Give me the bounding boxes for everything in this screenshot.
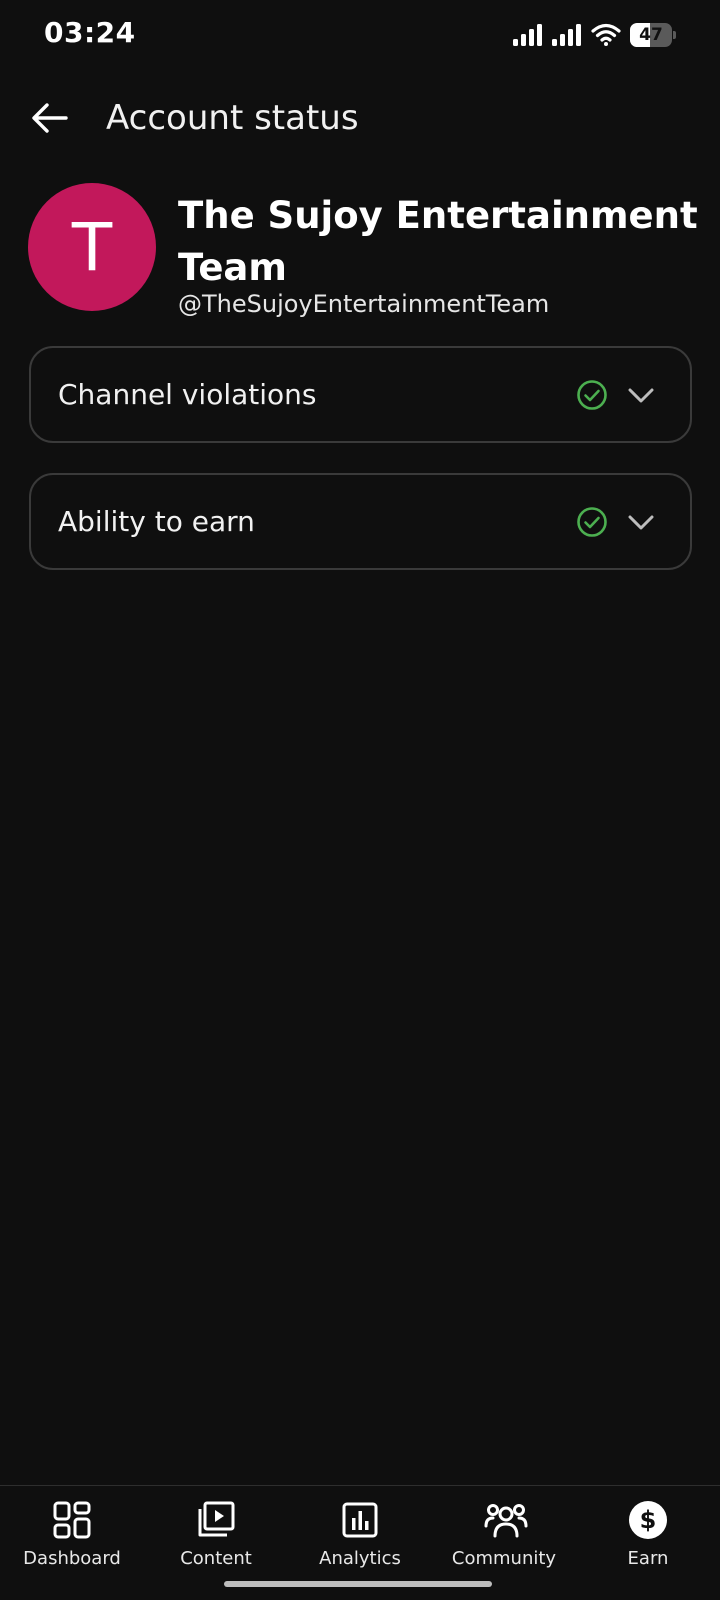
nav-item-analytics[interactable]: Analytics — [288, 1494, 432, 1584]
nav-label: Earn — [627, 1548, 669, 1569]
nav-label: Content — [180, 1548, 252, 1569]
channel-violations-card[interactable]: Channel violations — [29, 346, 692, 443]
status-bar: 03:24 47 — [0, 0, 720, 70]
nav-item-content[interactable]: Content — [144, 1494, 288, 1584]
arrow-left-icon — [31, 102, 69, 138]
channel-handle: @TheSujoyEntertainmentTeam — [178, 290, 550, 318]
channel-name: The Sujoy Entertainment Team — [178, 194, 698, 289]
check-circle-icon — [576, 379, 608, 411]
ability-to-earn-card[interactable]: Ability to earn — [29, 473, 692, 570]
avatar: T — [28, 183, 156, 311]
avatar-letter: T — [71, 208, 113, 286]
battery-level: 47 — [639, 25, 663, 45]
card-label: Channel violations — [58, 378, 317, 411]
wifi-icon — [591, 23, 621, 47]
home-indicator[interactable] — [224, 1581, 492, 1587]
content-icon — [196, 1500, 236, 1540]
nav-label: Dashboard — [23, 1548, 121, 1569]
page-title: Account status — [106, 98, 359, 138]
app-header: Account status — [0, 80, 720, 160]
check-circle-icon — [576, 506, 608, 538]
signal-icon — [552, 24, 582, 46]
analytics-icon — [340, 1500, 380, 1540]
battery-icon: 47 — [630, 23, 676, 47]
earn-icon: $ — [628, 1500, 668, 1540]
signal-icon — [513, 24, 543, 46]
card-label: Ability to earn — [58, 505, 255, 538]
status-icons: 47 — [513, 20, 676, 50]
chevron-down-icon[interactable] — [626, 380, 656, 410]
status-time: 03:24 — [44, 16, 136, 49]
nav-item-community[interactable]: Community — [432, 1494, 576, 1584]
nav-item-earn[interactable]: $ Earn — [576, 1494, 720, 1584]
nav-item-dashboard[interactable]: Dashboard — [0, 1494, 144, 1584]
back-button[interactable] — [24, 94, 76, 146]
dashboard-icon — [52, 1500, 92, 1540]
community-icon — [484, 1500, 528, 1540]
svg-text:$: $ — [640, 1506, 657, 1534]
nav-label: Analytics — [319, 1548, 401, 1569]
nav-label: Community — [451, 1548, 557, 1569]
chevron-down-icon[interactable] — [626, 507, 656, 537]
